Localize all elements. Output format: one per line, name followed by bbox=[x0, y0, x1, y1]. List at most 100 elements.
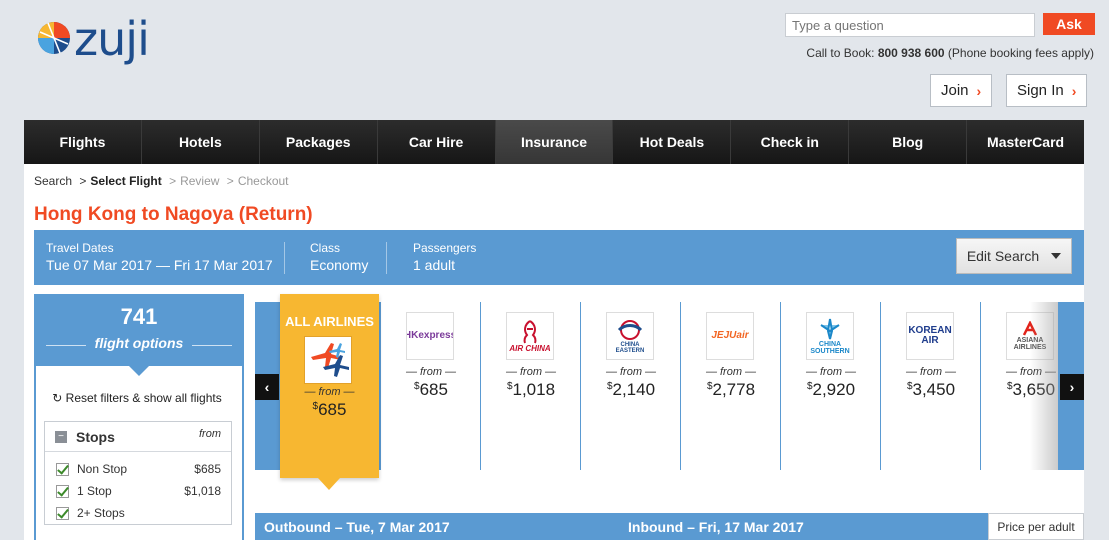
brand-name: zuji bbox=[74, 12, 150, 66]
price-per-adult-toggle[interactable]: Price per adult bbox=[988, 513, 1084, 540]
stop-option-price: $1,018 bbox=[184, 484, 221, 498]
air-china-logo: AIR CHINA bbox=[506, 312, 554, 360]
asiana-logo: ASIANA AIRLINES bbox=[1006, 312, 1054, 360]
from-label: — from — bbox=[505, 366, 557, 378]
ask-button[interactable]: Ask bbox=[1043, 13, 1095, 35]
nav-flights[interactable]: Flights bbox=[24, 120, 142, 164]
stop-option-label: 1 Stop bbox=[77, 484, 112, 498]
phoenix-icon bbox=[523, 320, 537, 344]
nav-check-in[interactable]: Check in bbox=[731, 120, 850, 164]
airline-card-asiana[interactable]: ASIANA AIRLINES — from — $3,650 bbox=[980, 302, 1058, 470]
nav-mastercard[interactable]: MasterCard bbox=[967, 120, 1085, 164]
china-eastern-logo: CHINA EASTERN bbox=[606, 312, 654, 360]
nav-insurance[interactable]: Insurance bbox=[495, 120, 614, 164]
airline-price: $2,778 bbox=[681, 380, 781, 400]
airline-price: $3,650 bbox=[981, 380, 1058, 400]
airline-price: $2,140 bbox=[581, 380, 681, 400]
checkbox-checked[interactable] bbox=[56, 506, 69, 520]
passengers-value: 1 adult bbox=[413, 257, 456, 273]
call-to-book: Call to Book: 800 938 600 (Phone booking… bbox=[806, 46, 1094, 60]
class-label: Class bbox=[310, 241, 341, 255]
price-value: 3,450 bbox=[912, 380, 956, 399]
call-prefix: Call to Book: bbox=[806, 46, 875, 60]
airline-card-hk-express[interactable]: HKexpress — from — $685 bbox=[380, 302, 480, 470]
stops-filter-header[interactable]: − Stops from bbox=[45, 422, 231, 452]
checkbox-checked[interactable] bbox=[56, 462, 69, 476]
sign-in-button[interactable]: Sign In › bbox=[1006, 74, 1088, 107]
currency-symbol: $ bbox=[606, 381, 613, 392]
join-button[interactable]: Join › bbox=[930, 74, 993, 107]
logo-text: KOREAN AIR bbox=[908, 325, 952, 346]
stop-option-2-plus[interactable]: 2+ Stops bbox=[45, 502, 231, 524]
stop-option-non-stop[interactable]: Non Stop $685 bbox=[45, 458, 231, 480]
nav-packages[interactable]: Packages bbox=[259, 120, 378, 164]
all-airlines-price: $685 bbox=[280, 400, 379, 420]
airline-card-korean-air[interactable]: KOREAN AIR — from — $3,450 bbox=[880, 302, 980, 470]
passengers-label: Passengers bbox=[413, 241, 477, 255]
scroll-right-button[interactable]: › bbox=[1060, 374, 1084, 400]
currency-symbol: $ bbox=[506, 381, 513, 392]
pointer-notch bbox=[129, 366, 149, 376]
globe-logo-icon bbox=[38, 22, 70, 54]
asiana-mark-icon bbox=[1022, 321, 1038, 336]
passengers: Passengers 1 adult bbox=[413, 241, 476, 273]
outbound-label: Outbound – Tue, 7 Mar 2017 bbox=[264, 519, 450, 535]
crumb-select-flight: Select Flight bbox=[90, 174, 162, 188]
stops-from-label: from bbox=[199, 428, 221, 440]
airline-card-jeju-air[interactable]: JEJUair — from — $2,778 bbox=[680, 302, 780, 470]
airline-card-china-eastern[interactable]: CHINA EASTERN — from — $2,140 bbox=[580, 302, 680, 470]
chevron-right-icon: › bbox=[1069, 379, 1075, 395]
logo-text: HKexpress bbox=[406, 330, 454, 341]
chevron-left-icon: ‹ bbox=[264, 379, 270, 395]
logo-text: JEJUair bbox=[711, 330, 749, 341]
swallow-icon bbox=[617, 320, 643, 340]
nav-hot-deals[interactable]: Hot Deals bbox=[613, 120, 732, 164]
divider bbox=[192, 345, 232, 346]
price-value: 2,920 bbox=[812, 380, 856, 399]
stop-option-1-stop[interactable]: 1 Stop $1,018 bbox=[45, 480, 231, 502]
question-input[interactable] bbox=[785, 13, 1035, 37]
korean-air-logo: KOREAN AIR bbox=[906, 312, 954, 360]
nav-hotels[interactable]: Hotels bbox=[141, 120, 260, 164]
price-value: 2,778 bbox=[712, 380, 756, 399]
crumb-search[interactable]: Search bbox=[34, 174, 72, 188]
edit-search-button[interactable]: Edit Search bbox=[956, 238, 1072, 274]
from-label: — from — bbox=[705, 366, 757, 378]
collapse-icon[interactable]: − bbox=[55, 430, 67, 443]
flight-options-label: flight options bbox=[94, 335, 184, 351]
reset-filters-link[interactable]: ↻ Reset filters & show all flights bbox=[34, 391, 240, 405]
scroll-left-button[interactable]: ‹ bbox=[255, 374, 279, 400]
caret-down-icon bbox=[1051, 253, 1062, 259]
inbound-label: Inbound – Fri, 17 Mar 2017 bbox=[628, 519, 804, 535]
stop-option-label: 2+ Stops bbox=[77, 506, 125, 520]
checkbox-checked[interactable] bbox=[56, 484, 69, 498]
currency-symbol: $ bbox=[806, 381, 813, 392]
logo-text: CHINA EASTERN bbox=[615, 342, 645, 354]
nav-car-hire[interactable]: Car Hire bbox=[377, 120, 496, 164]
zuji-logo[interactable]: zuji bbox=[36, 12, 150, 66]
jeju-air-logo: JEJUair bbox=[706, 312, 754, 360]
from-label: — from — bbox=[405, 366, 457, 378]
breadcrumb: Search > Select Flight > Review > Checkout bbox=[34, 174, 289, 188]
from-label: — from — bbox=[905, 366, 957, 378]
currency-symbol: $ bbox=[414, 381, 420, 392]
price-value: 3,650 bbox=[1012, 380, 1056, 399]
refresh-icon: ↻ bbox=[52, 391, 63, 405]
sign-in-label: Sign In bbox=[1017, 82, 1064, 99]
crumb-separator: > bbox=[226, 174, 234, 188]
ask-widget: Ask bbox=[785, 13, 1095, 37]
crumb-separator: > bbox=[169, 174, 177, 188]
airline-card-china-southern[interactable]: CHINA SOUTHERN — from — $2,920 bbox=[780, 302, 880, 470]
from-label: — from — bbox=[1005, 366, 1057, 378]
price-value: 685 bbox=[419, 380, 448, 399]
price-value: 1,018 bbox=[512, 380, 556, 399]
stops-title: Stops bbox=[76, 428, 115, 445]
all-airlines-card[interactable]: ALL AIRLINES — from — $685 bbox=[280, 294, 379, 478]
currency-symbol: $ bbox=[906, 381, 913, 392]
currency-symbol: $ bbox=[1006, 381, 1013, 392]
divider bbox=[386, 242, 387, 274]
nav-blog[interactable]: Blog bbox=[849, 120, 968, 164]
phone-number[interactable]: 800 938 600 bbox=[878, 46, 945, 60]
from-label: — from — bbox=[605, 366, 657, 378]
airline-card-air-china[interactable]: AIR CHINA — from — $1,018 bbox=[480, 302, 580, 470]
